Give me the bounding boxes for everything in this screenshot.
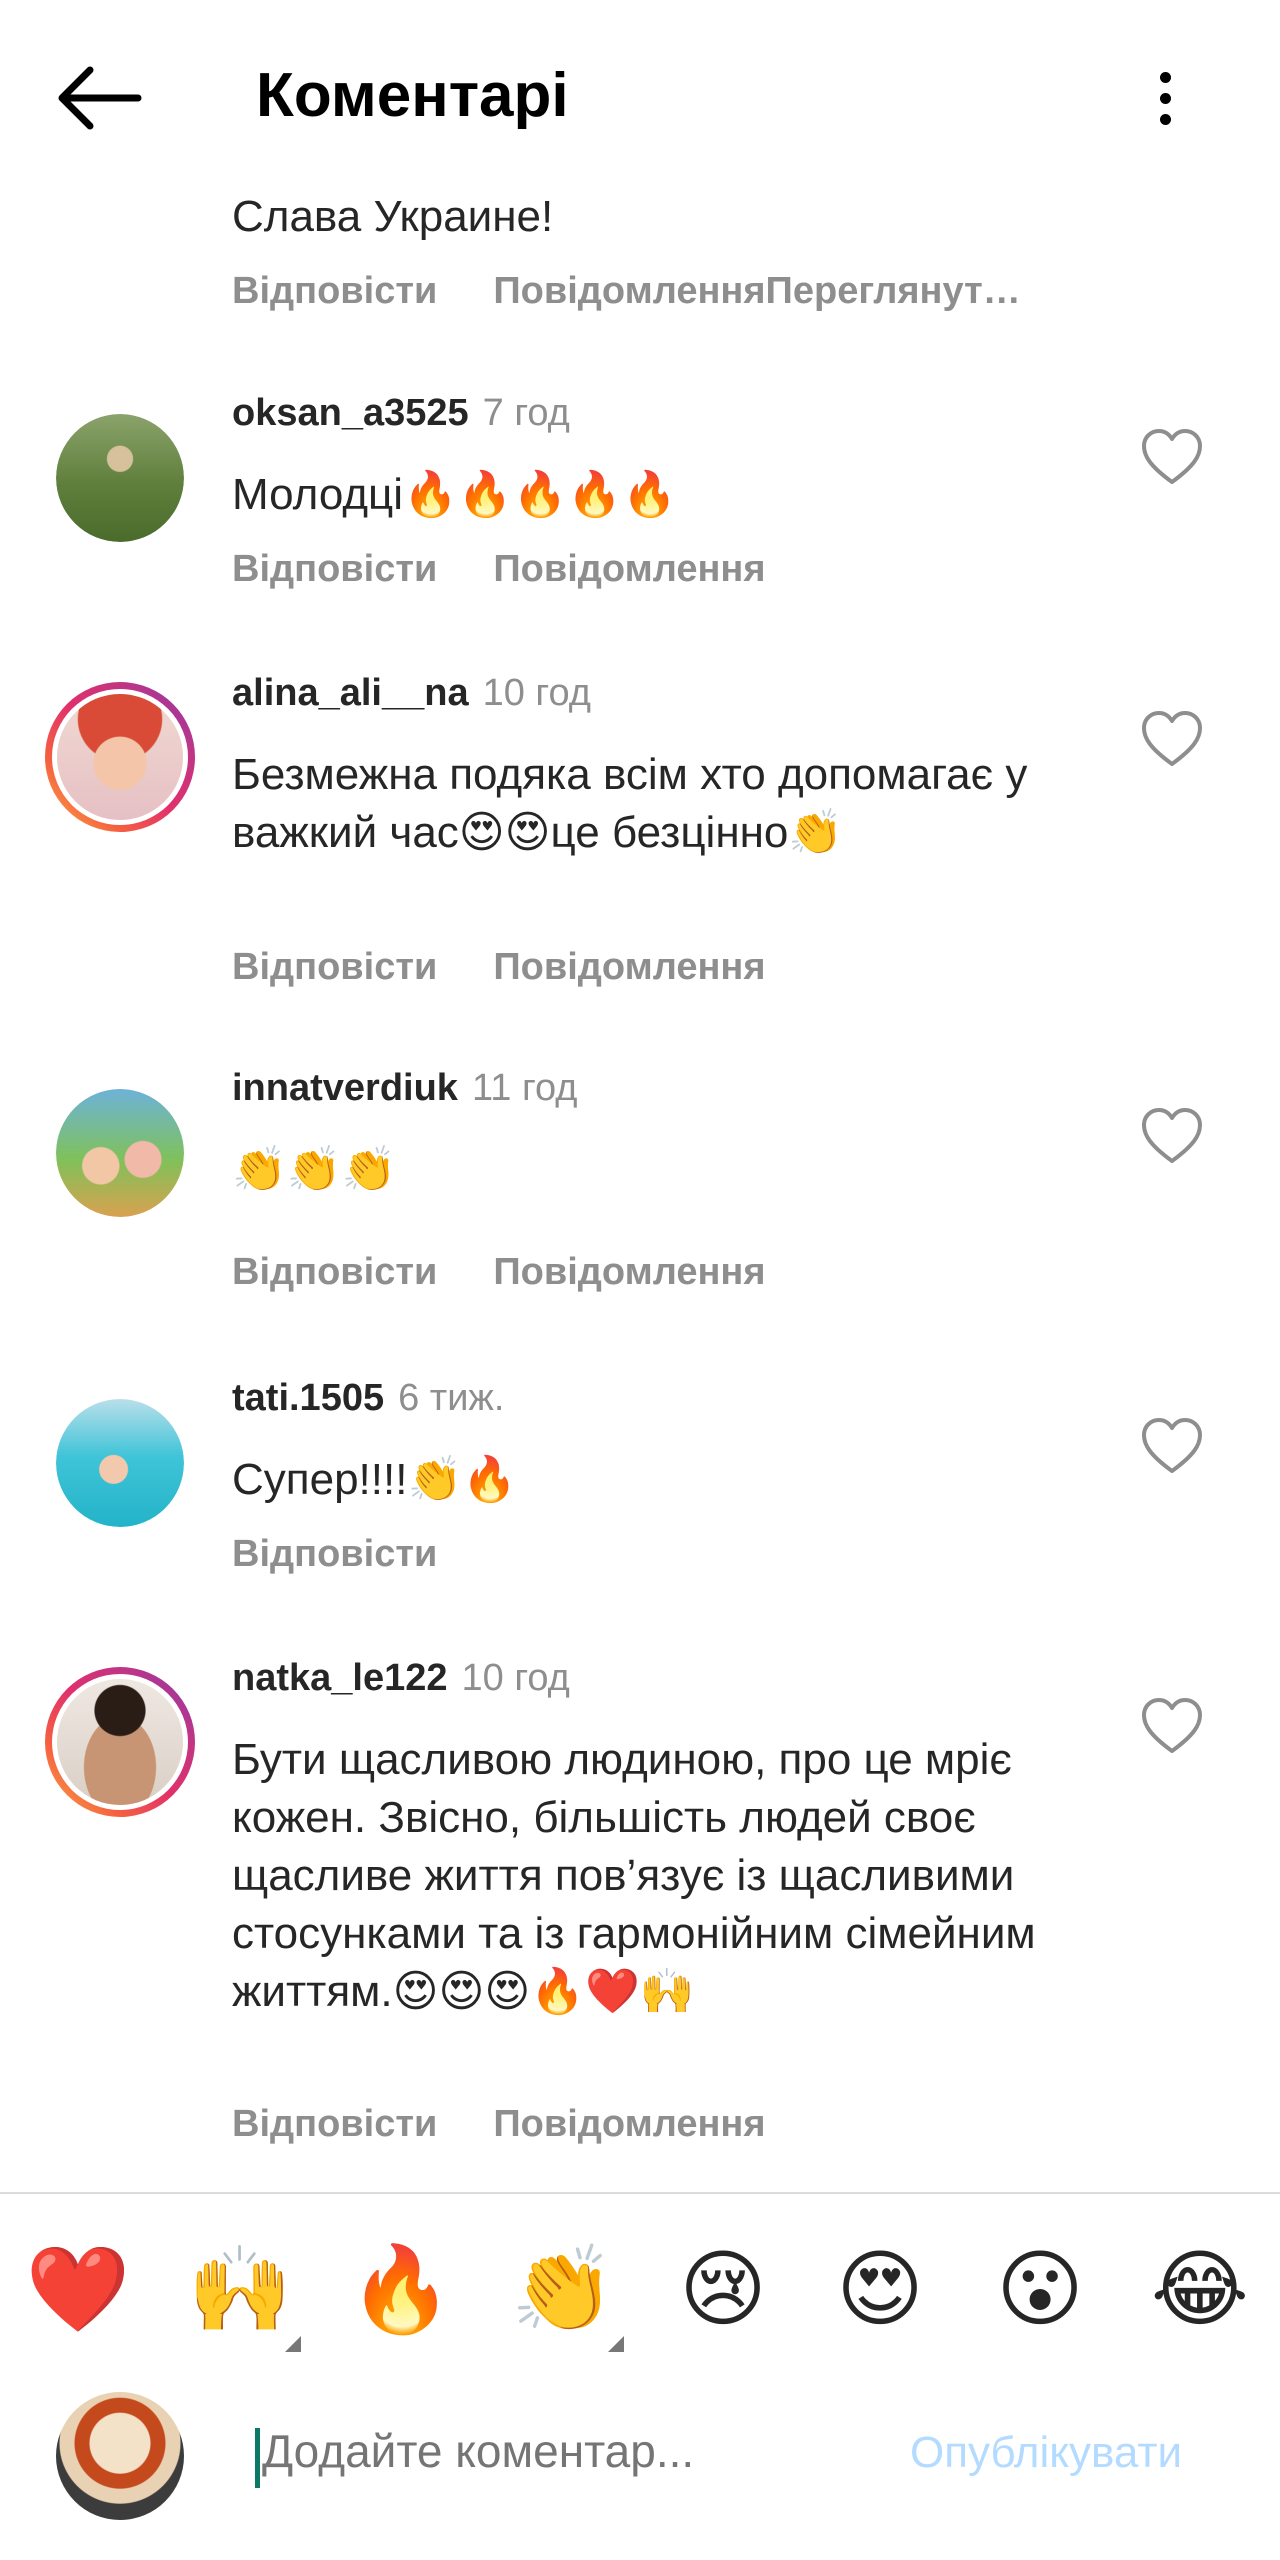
comment-meta: alina_ali__na 10 год — [232, 670, 591, 716]
publish-button[interactable]: Опублікувати — [910, 2428, 1182, 2478]
emoji-raised-hands-button[interactable]: 🙌 — [185, 2234, 301, 2352]
comment-text: Молодці🔥🔥🔥🔥🔥 — [232, 470, 677, 519]
emoji-joy-button[interactable]: 😂 — [1145, 2234, 1255, 2344]
reply-button[interactable]: Відповісти — [232, 946, 437, 988]
comment-time: 6 тиж. — [398, 1377, 505, 1419]
comment-actions: Відповісти Повідомлення — [232, 1251, 822, 1294]
comment-meta: natka_le122 10 год — [232, 1655, 570, 1701]
comment-username[interactable]: natka_le122 — [232, 1657, 448, 1699]
comment-actions: Відповісти — [232, 1533, 493, 1576]
quick-emoji-bar: ❤️ 🙌 🔥 👏 😢 😍 😮 😂 — [0, 2194, 1280, 2374]
comment-time: 10 год — [461, 1657, 570, 1699]
comment-meta: tati.1505 6 тиж. — [232, 1375, 504, 1421]
reply-button[interactable]: Відповісти — [232, 2103, 437, 2145]
heart-icon[interactable] — [1140, 1107, 1204, 1165]
message-button[interactable]: Повідомлення — [493, 2103, 765, 2145]
more-vertical-icon[interactable] — [1140, 58, 1190, 138]
comment-composer: Опублікувати — [0, 2380, 1280, 2560]
comment-actions: Відповісти ПовідомленняПереглянут… — [232, 270, 1021, 313]
avatar[interactable] — [45, 1667, 195, 1817]
heart-icon[interactable] — [1140, 710, 1204, 768]
emoji-fire-button[interactable]: 🔥 — [346, 2234, 456, 2344]
comment-username[interactable]: oksan_a3525 — [232, 392, 469, 434]
message-button[interactable]: Повідомлення — [493, 1251, 765, 1293]
comment-input[interactable] — [262, 2424, 822, 2478]
page-title: Коментарі — [256, 61, 569, 130]
comment-time: 11 год — [471, 1067, 578, 1109]
comment-username[interactable]: alina_ali__na — [232, 672, 469, 714]
comment-text: Бути щасливою людиною, про це мріє кожен… — [232, 1735, 1036, 2016]
comment-text: 👏👏👏 — [232, 1145, 397, 1194]
reply-button[interactable]: Відповісти — [232, 1251, 437, 1293]
avatar[interactable] — [56, 1399, 184, 1527]
text-cursor — [255, 2428, 260, 2488]
emoji-glyph: 👏 — [510, 2242, 616, 2336]
comment-meta: oksan_a3525 7 год — [232, 390, 570, 436]
my-avatar — [56, 2392, 184, 2520]
message-button[interactable]: Повідомлення — [493, 270, 765, 312]
comment-actions: Відповісти Повідомлення — [232, 946, 822, 989]
avatar[interactable] — [56, 414, 184, 542]
avatar[interactable] — [56, 1089, 184, 1217]
comment-actions: Відповісти Повідомлення — [232, 548, 822, 591]
comment-time: 10 год — [482, 672, 591, 714]
comment-text: Слава Украине! — [232, 192, 554, 241]
comment-time: 7 год — [482, 392, 570, 434]
top-bar: Коментарі — [0, 0, 1280, 190]
reply-button[interactable]: Відповісти — [232, 270, 437, 312]
comment-username[interactable]: innatverdiuk — [232, 1067, 458, 1109]
heart-icon[interactable] — [1140, 428, 1204, 486]
reply-button[interactable]: Відповісти — [232, 548, 437, 590]
heart-icon[interactable] — [1140, 1697, 1204, 1755]
skin-tone-indicator-icon — [608, 2336, 624, 2352]
comment-meta: innatverdiuk 11 год — [232, 1065, 577, 1111]
heart-icon[interactable] — [1140, 1417, 1204, 1475]
emoji-crying-button[interactable]: 😢 — [668, 2234, 778, 2344]
emoji-surprised-button[interactable]: 😮 — [985, 2234, 1095, 2344]
comment-actions: Відповісти Повідомлення — [232, 2103, 822, 2146]
comment-text: Супер!!!!👏🔥 — [232, 1455, 518, 1504]
emoji-heart-button[interactable]: ❤️ — [23, 2234, 133, 2344]
arrow-left-icon[interactable] — [50, 58, 150, 138]
emoji-heart-eyes-button[interactable]: 😍 — [825, 2234, 935, 2344]
message-button[interactable]: Повідомлення — [493, 946, 765, 988]
message-button[interactable]: Повідомлення — [493, 548, 765, 590]
comment-text: Безмежна подяка всім хто допомагає у важ… — [232, 750, 1028, 857]
avatar[interactable] — [45, 682, 195, 832]
emoji-glyph: 🙌 — [187, 2242, 293, 2336]
emoji-clap-button[interactable]: 👏 — [508, 2234, 624, 2352]
skin-tone-indicator-icon — [285, 2336, 301, 2352]
reply-button[interactable]: Відповісти — [232, 1533, 437, 1575]
view-replies-button[interactable]: Переглянут… — [766, 270, 1021, 312]
comment-username[interactable]: tati.1505 — [232, 1377, 384, 1419]
